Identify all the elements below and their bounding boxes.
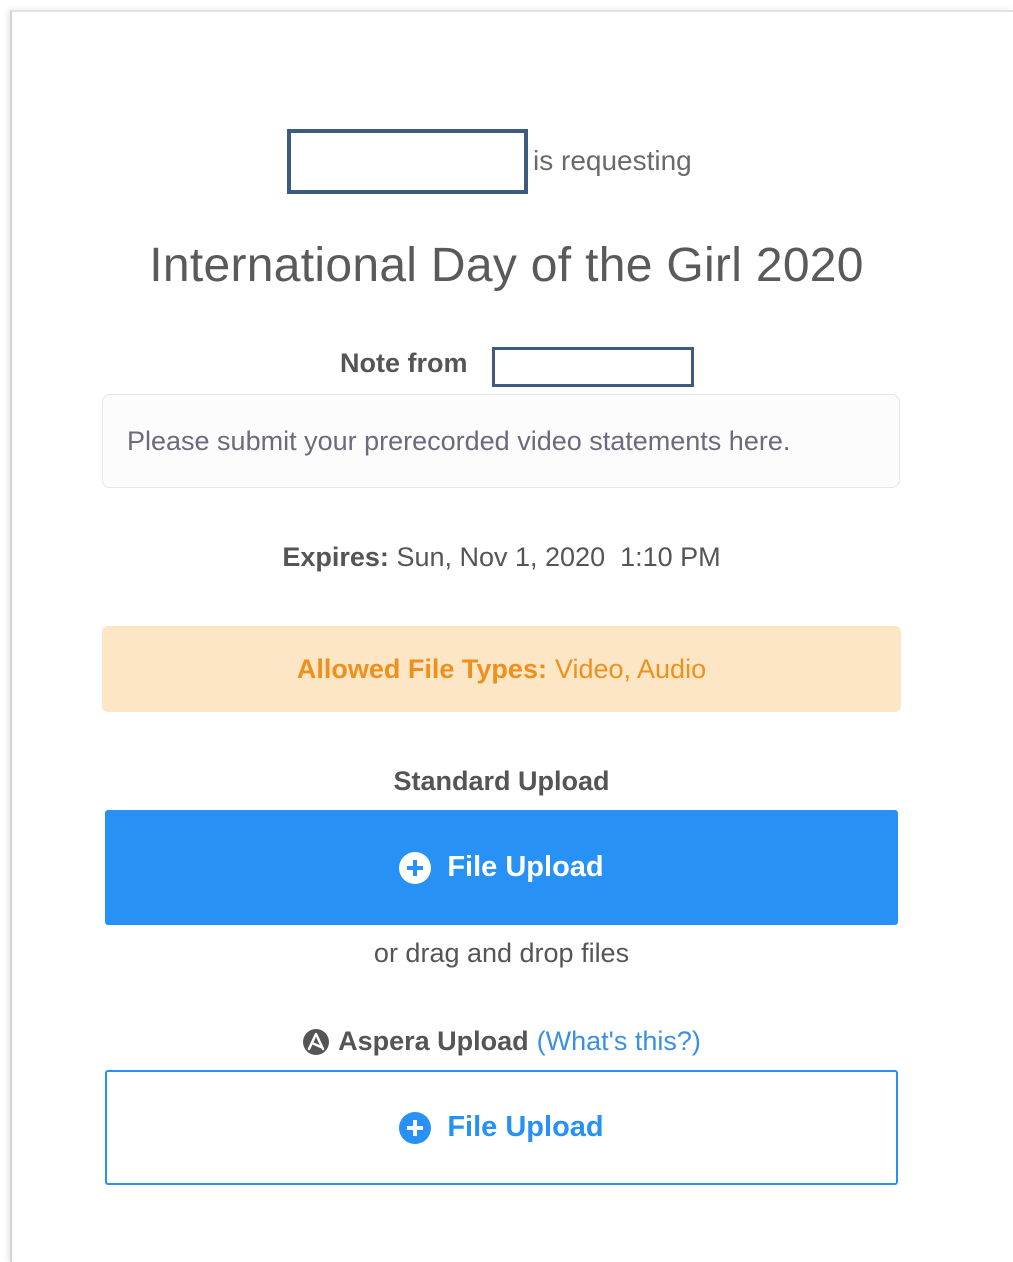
allowed-file-types-label: Allowed File Types: <box>296 653 547 684</box>
expires-label: Expires: <box>282 542 389 572</box>
expires-line: Expires: Sun, Nov 1, 2020 1:10 PM <box>0 542 1003 573</box>
aspera-file-upload-button[interactable]: File Upload <box>105 1070 898 1185</box>
aspera-upload-header: Aspera Upload (What's this?) <box>0 1026 1003 1057</box>
requesting-text: is requesting <box>533 145 692 176</box>
aspera-file-upload-label: File Upload <box>447 1111 604 1143</box>
note-from-label: Note from <box>340 348 468 378</box>
redacted-note-author <box>492 347 694 387</box>
allowed-file-types-banner: Allowed File Types: Video, Audio <box>102 626 901 712</box>
expires-value: Sun, Nov 1, 2020 1:10 PM <box>396 542 721 572</box>
note-box: Please submit your prerecorded video sta… <box>102 394 900 488</box>
whats-this-link[interactable]: (What's this?) <box>537 1026 701 1057</box>
redacted-requester-name <box>287 129 528 194</box>
plus-circle-icon <box>399 851 432 884</box>
page-title: International Day of the Girl 2020 <box>149 239 864 292</box>
plus-circle-icon <box>399 1111 432 1144</box>
aspera-logo-icon <box>302 1028 330 1056</box>
standard-file-upload-button[interactable]: File Upload <box>105 810 898 925</box>
standard-file-upload-label: File Upload <box>447 851 604 883</box>
note-text: Please submit your prerecorded video sta… <box>127 425 791 456</box>
standard-upload-label: Standard Upload <box>393 766 610 796</box>
allowed-file-types-value: Video, Audio <box>554 653 707 684</box>
drag-drop-hint: or drag and drop files <box>373 938 630 968</box>
aspera-upload-label: Aspera Upload <box>338 1026 529 1056</box>
